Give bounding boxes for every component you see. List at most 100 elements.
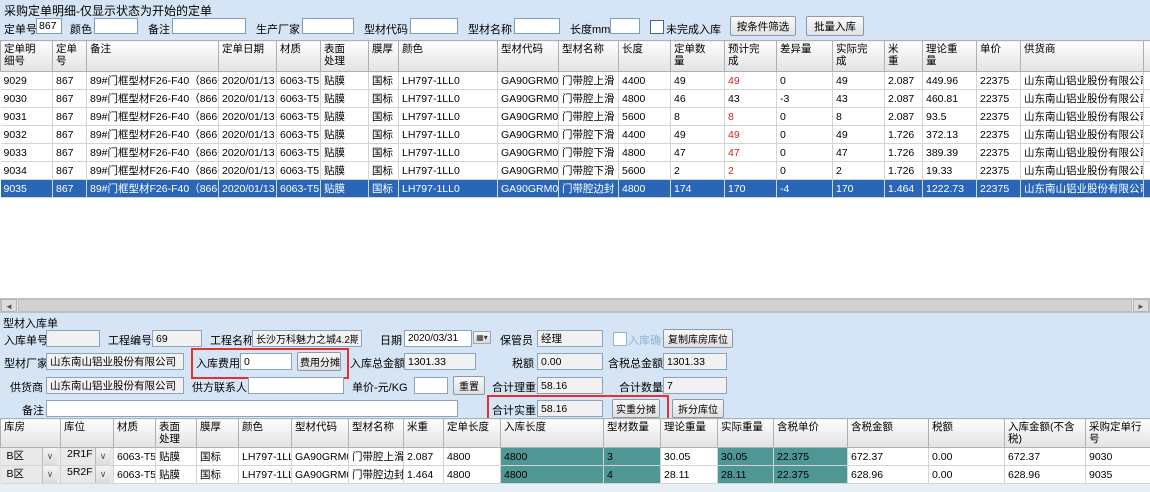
column-header-material[interactable]: 材质	[277, 41, 321, 72]
filter-order-no-input[interactable]	[36, 18, 62, 34]
supplier-field[interactable]	[46, 377, 184, 394]
column-header-order_len[interactable]: 定单长度	[444, 419, 501, 448]
column-header-position[interactable]: 库位	[61, 419, 114, 448]
column-header-color[interactable]: 颜色	[239, 419, 292, 448]
filter-note-input[interactable]	[172, 18, 246, 34]
cell-note: 89#门框型材F26-F40（866+867）	[87, 144, 219, 162]
dropdown-chevron-icon[interactable]: ∨	[95, 448, 110, 465]
supplier-contact-field[interactable]	[248, 377, 344, 394]
unfinished-checkbox[interactable]	[650, 20, 664, 34]
table-row[interactable]: 902986789#门框型材F26-F40（866+867）2020/01/13…	[1, 72, 1150, 90]
dropdown-chevron-icon[interactable]: ∨	[42, 448, 57, 465]
column-header-net[interactable]: 入库金额(不含税)	[1005, 419, 1086, 448]
column-header-amount[interactable]: 含税金额	[848, 419, 929, 448]
column-header-note[interactable]: 备注	[87, 41, 219, 72]
cell-order: 867	[53, 162, 87, 180]
column-header-price[interactable]: 含税单价	[774, 419, 848, 448]
project-name-field[interactable]	[252, 330, 362, 347]
table-row[interactable]: 903386789#门框型材F26-F40（866+867）2020/01/13…	[1, 144, 1150, 162]
column-header-tax[interactable]: 税额	[929, 419, 1005, 448]
scroll-left-icon[interactable]: ◄	[1, 299, 17, 312]
table-row[interactable]: 903186789#门框型材F26-F40（866+867）2020/01/13…	[1, 108, 1150, 126]
cell-surface: 贴膜	[321, 126, 369, 144]
column-header-_sliver[interactable]	[1144, 41, 1150, 72]
column-header-tweight[interactable]: 理论重量	[661, 419, 718, 448]
inbound-fee-field[interactable]	[240, 353, 292, 370]
scrollbar-thumb[interactable]	[18, 299, 1132, 312]
column-header-code[interactable]: 型材代码	[292, 419, 349, 448]
dropdown-chevron-icon[interactable]: ∨	[42, 466, 57, 483]
column-header-material[interactable]: 材质	[114, 419, 156, 448]
column-header-length[interactable]: 长度	[619, 41, 671, 72]
filter-color-input[interactable]	[94, 18, 138, 34]
total-theory-weight-field[interactable]	[537, 377, 603, 394]
filter-by-condition-button[interactable]: 按条件筛选	[730, 16, 796, 36]
column-header-film[interactable]: 膜厚	[197, 419, 239, 448]
scroll-right-icon[interactable]: ►	[1133, 299, 1149, 312]
column-header-date[interactable]: 定单日期	[219, 41, 277, 72]
column-header-color[interactable]: 颜色	[399, 41, 498, 72]
total-with-tax-field[interactable]	[663, 353, 727, 370]
column-header-mweight[interactable]: 米重	[404, 419, 444, 448]
table-row[interactable]: ∨B区∨5R2F6063-T5贴膜国标LH797-1LL0GA90GRM05门带…	[1, 466, 1150, 484]
column-header-name[interactable]: 型材名称	[349, 419, 404, 448]
column-header-aweight[interactable]: 实际重量	[718, 419, 774, 448]
tax-field[interactable]	[537, 353, 603, 370]
inbound-confirm-checkbox[interactable]	[613, 332, 627, 346]
dropdown-chevron-icon[interactable]: ∨	[95, 466, 110, 483]
table-row[interactable]: ∨B区∨2R1F6063-T5贴膜国标LH797-1LL0GA90GRM03门带…	[1, 448, 1150, 466]
table-row[interactable]: 903586789#门框型材F26-F40（866+867）2020/01/13…	[1, 180, 1150, 198]
column-header-code[interactable]: 型材代码	[498, 41, 559, 72]
receipt-no-field[interactable]	[46, 330, 100, 347]
table-row[interactable]: 903086789#门框型材F26-F40（866+867）2020/01/13…	[1, 90, 1150, 108]
keeper-field[interactable]	[537, 330, 603, 347]
column-header-in_len[interactable]: 入库长度	[501, 419, 604, 448]
column-header-expected[interactable]: 预计完 成	[725, 41, 777, 72]
filter-profile-name-input[interactable]	[514, 18, 560, 34]
column-header-name[interactable]: 型材名称	[559, 41, 619, 72]
column-header-surface[interactable]: 表面 处理	[156, 419, 197, 448]
column-header-diff[interactable]: 差异量	[777, 41, 833, 72]
column-header-mweight[interactable]: 米 重	[885, 41, 923, 72]
date-field[interactable]	[404, 330, 472, 347]
filter-manufacturer-input[interactable]	[302, 18, 354, 34]
cell-price: 22375	[977, 72, 1021, 90]
reset-button[interactable]: 重置	[453, 376, 485, 395]
calendar-dropdown-icon[interactable]: ▦▾	[473, 331, 491, 344]
batch-inbound-button[interactable]: 批量入库	[806, 16, 864, 36]
column-header-qty[interactable]: 定单数 量	[671, 41, 725, 72]
horizontal-scrollbar[interactable]: ◄ ►	[0, 298, 1150, 313]
cell-line: 9035	[1086, 466, 1150, 484]
column-header-supplier[interactable]: 供货商	[1021, 41, 1144, 72]
column-header-film[interactable]: 膜厚	[369, 41, 399, 72]
copy-warehouse-location-button[interactable]: 复制库房库位	[663, 329, 733, 348]
filter-length-input[interactable]	[610, 18, 640, 34]
split-location-button[interactable]: 拆分库位	[672, 399, 724, 418]
cell-_sliver	[1144, 90, 1150, 108]
column-header-tweight[interactable]: 理论重 量	[923, 41, 977, 72]
remark-field[interactable]	[46, 400, 458, 417]
total-actual-weight-field[interactable]	[537, 400, 603, 417]
column-header-order[interactable]: 定单 号	[53, 41, 87, 72]
unit-price-field[interactable]	[414, 377, 448, 394]
fee-allocation-button[interactable]: 费用分摊	[297, 352, 341, 371]
table-row[interactable]: 903286789#门框型材F26-F40（866+867）2020/01/13…	[1, 126, 1150, 144]
factory-field[interactable]	[46, 353, 184, 370]
column-header-qty[interactable]: 型材数量	[604, 419, 661, 448]
cell-qty: 47	[671, 144, 725, 162]
actual-weight-allocation-button[interactable]: 实重分摊	[612, 399, 660, 418]
cell-diff: 0	[777, 72, 833, 90]
filter-profile-code-input[interactable]	[410, 18, 458, 34]
column-header-line[interactable]: 采购定单行号	[1086, 419, 1150, 448]
project-no-field[interactable]	[152, 330, 202, 347]
total-amount-field[interactable]	[404, 353, 476, 370]
keeper-label: 保管员	[500, 332, 533, 348]
cell-qty: 8	[671, 108, 725, 126]
column-header-actual[interactable]: 实际完 成	[833, 41, 885, 72]
total-qty-field[interactable]	[663, 377, 727, 394]
column-header-id[interactable]: 定单明 细号	[1, 41, 53, 72]
column-header-price[interactable]: 单价	[977, 41, 1021, 72]
table-row[interactable]: 903486789#门框型材F26-F40（866+867）2020/01/13…	[1, 162, 1150, 180]
column-header-surface[interactable]: 表面 处理	[321, 41, 369, 72]
column-header-warehouse[interactable]: 库房	[1, 419, 61, 448]
